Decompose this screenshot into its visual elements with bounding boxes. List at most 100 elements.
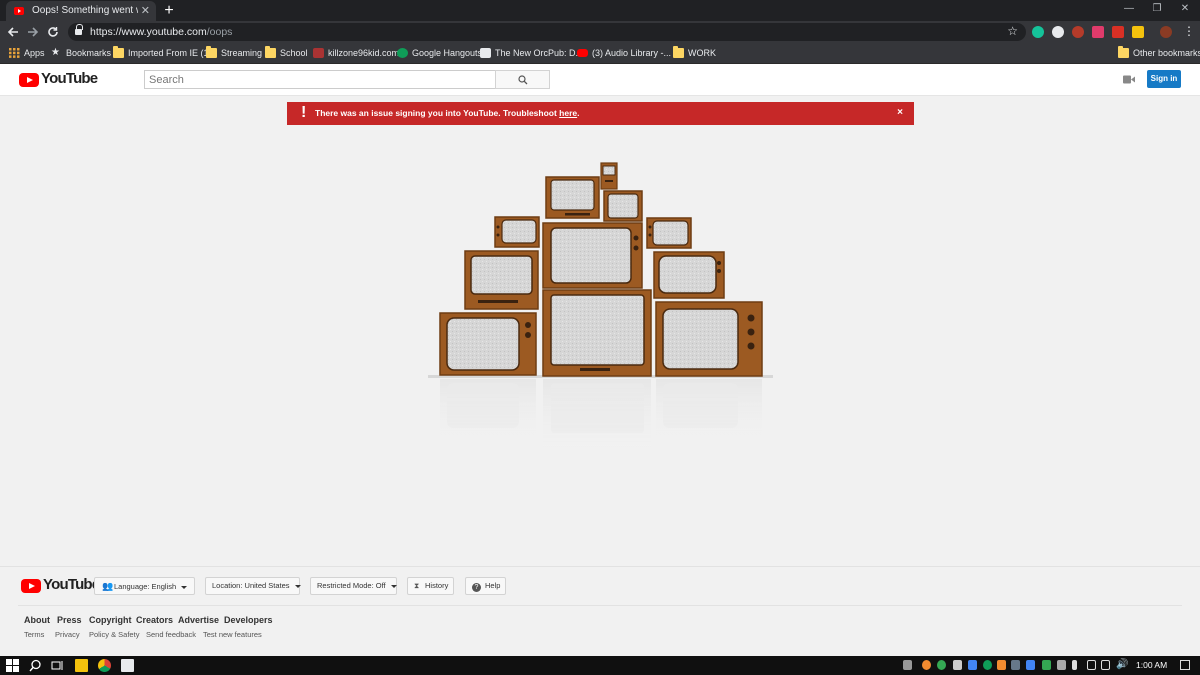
footer-link-advertise[interactable]: Advertise: [178, 615, 219, 625]
bookmark-apps[interactable]: Apps: [9, 47, 45, 60]
tray-icon[interactable]: [968, 660, 977, 670]
notifications-icon[interactable]: [1180, 660, 1190, 670]
tv-reflection: [440, 379, 762, 449]
tray-icon[interactable]: [1042, 660, 1051, 670]
upload-video-camera-icon[interactable]: [1123, 75, 1135, 84]
footer-link-developers[interactable]: Developers: [224, 615, 273, 625]
caret-down-icon: [181, 585, 188, 589]
browser-toolbar: https://www.youtube.com/oops ☆ ⋮: [0, 21, 1200, 43]
sign-in-error-alert: ! There was an issue signing you into Yo…: [287, 102, 914, 125]
youtube-favicon-icon: [14, 7, 24, 15]
steam-icon[interactable]: [1011, 660, 1020, 670]
tray-icon[interactable]: [937, 660, 946, 670]
url-text: https://www.youtube.com/oops: [90, 26, 233, 38]
footer-link-creators[interactable]: Creators: [136, 615, 173, 625]
hangouts-icon: [397, 48, 408, 58]
caret-down-icon: [390, 584, 397, 588]
new-tab-button[interactable]: +: [161, 3, 177, 19]
alert-message: There was an issue signing you into YouT…: [315, 108, 580, 118]
display-icon[interactable]: [1101, 660, 1110, 670]
restore-button[interactable]: ❐: [1143, 0, 1171, 18]
tray-icon[interactable]: [997, 660, 1006, 670]
taskbar-clock[interactable]: 1:00 AM: [1136, 660, 1167, 670]
mail-icon[interactable]: [121, 659, 134, 672]
profile-avatar-icon[interactable]: [1160, 26, 1172, 38]
sign-in-button[interactable]: Sign in: [1147, 70, 1181, 88]
windows-start-icon[interactable]: [6, 659, 19, 672]
arrow-right-icon: [28, 27, 39, 37]
file-explorer-icon[interactable]: [75, 659, 88, 672]
browser-tab[interactable]: Oops! Something went wrong. - ✕: [6, 1, 156, 21]
bookmark-star-icon[interactable]: ☆: [1007, 24, 1018, 38]
tv-bottom-right: [655, 301, 763, 377]
tray-icon[interactable]: [1057, 660, 1066, 670]
network-icon[interactable]: [1087, 660, 1096, 670]
folder-icon: [673, 46, 684, 58]
tray-icon[interactable]: [903, 660, 912, 670]
footer-link-policy-safety[interactable]: Policy & Safety: [89, 630, 139, 639]
search-input[interactable]: [144, 70, 496, 89]
help-button[interactable]: ? Help: [465, 577, 506, 595]
youtube-favicon-icon: [577, 49, 588, 57]
extension-icon[interactable]: [1092, 26, 1104, 38]
extension-icon[interactable]: [1072, 26, 1084, 38]
bookmark-work[interactable]: WORK: [673, 46, 716, 60]
menu-kebab-icon[interactable]: ⋮: [1183, 24, 1195, 38]
troubleshoot-link[interactable]: here: [559, 108, 577, 118]
chrome-taskbar-icon[interactable]: [98, 659, 111, 672]
language-button[interactable]: 👥Language: English: [94, 577, 195, 595]
back-button[interactable]: [4, 23, 22, 41]
bookmark-bookmarks[interactable]: ★ Bookmarks: [51, 47, 111, 60]
history-button[interactable]: ⧗ History: [407, 577, 454, 595]
reload-button[interactable]: [44, 23, 62, 41]
bookmark-school[interactable]: School: [265, 46, 308, 60]
bookmark-imported-from-ie[interactable]: Imported From IE (1): [113, 46, 212, 60]
search-button[interactable]: [495, 70, 550, 89]
footer-link-test-new-features[interactable]: Test new features: [203, 630, 262, 639]
tray-icon[interactable]: [1026, 660, 1035, 670]
address-bar[interactable]: https://www.youtube.com/oops ☆: [68, 23, 1026, 41]
footer-link-terms[interactable]: Terms: [24, 630, 44, 639]
bookmark-streaming[interactable]: Streaming: [206, 46, 262, 60]
footer-link-about[interactable]: About: [24, 615, 50, 625]
tv-bottom-left: [439, 312, 537, 376]
tray-icon[interactable]: [983, 660, 992, 670]
youtube-header: YouTube Sign in: [0, 64, 1200, 96]
bookmark-killzone96kid[interactable]: killzone96kid.com: [313, 47, 399, 60]
volume-icon[interactable]: 🔊: [1116, 659, 1128, 670]
bookmark-other[interactable]: Other bookmarks: [1118, 46, 1200, 60]
arrow-left-icon: [7, 27, 18, 37]
minimize-button[interactable]: —: [1115, 0, 1143, 18]
folder-icon: [1118, 46, 1129, 58]
tv-middle-center: [542, 222, 643, 289]
usb-icon[interactable]: [1072, 660, 1077, 670]
help-icon: ?: [472, 583, 481, 592]
location-button[interactable]: Location: United States: [205, 577, 301, 595]
footer-link-send-feedback[interactable]: Send feedback: [146, 630, 196, 639]
bookmark-audio-library[interactable]: (3) Audio Library -...: [577, 47, 671, 60]
task-view-icon[interactable]: [51, 659, 64, 672]
bookmark-orcpub[interactable]: The New OrcPub: D...: [480, 47, 583, 60]
site-favicon-icon: [480, 48, 491, 58]
lock-icon: [75, 24, 83, 36]
bookmark-google-hangouts[interactable]: Google Hangouts: [397, 47, 482, 60]
extension-icon[interactable]: [1132, 26, 1144, 38]
pdf-extension-icon[interactable]: [1112, 26, 1124, 38]
grammarly-extension-icon[interactable]: [1032, 26, 1044, 38]
forward-button[interactable]: [24, 23, 42, 41]
close-window-button[interactable]: ✕: [1171, 0, 1199, 18]
apps-grid-icon: [9, 48, 20, 58]
tray-icon[interactable]: [922, 660, 931, 670]
footer-link-press[interactable]: Press: [57, 615, 82, 625]
close-alert-icon[interactable]: ×: [897, 107, 903, 118]
tray-icon[interactable]: [953, 660, 962, 670]
tab-title: Oops! Something went wrong. -: [32, 5, 138, 16]
footer-link-copyright[interactable]: Copyright: [89, 615, 132, 625]
search-icon[interactable]: [29, 659, 42, 672]
tab-close-icon[interactable]: ✕: [141, 4, 150, 17]
browser-tab-strip: Oops! Something went wrong. - ✕ + — ❐ ✕: [0, 0, 1200, 21]
tv-small-right: [646, 217, 692, 249]
restricted-mode-button[interactable]: Restricted Mode: Off: [310, 577, 397, 595]
footer-link-privacy[interactable]: Privacy: [55, 630, 80, 639]
extension-icon[interactable]: [1052, 26, 1064, 38]
